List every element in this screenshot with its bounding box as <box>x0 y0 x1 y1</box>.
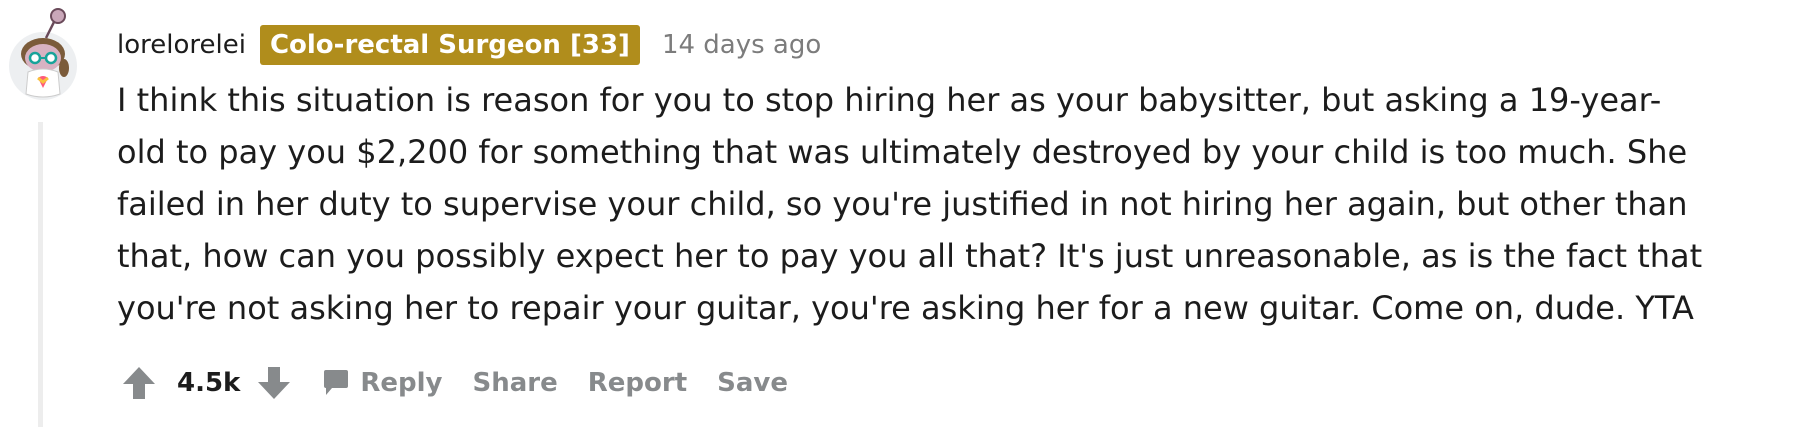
comment-body-line: I think this situation is reason for you… <box>117 81 1662 119</box>
comment-timestamp[interactable]: 14 days ago <box>662 30 821 60</box>
comment-meta: lorelorelei Colo-rectal Surgeon [33] 14 … <box>117 23 821 67</box>
vote-score: 4.5k <box>177 368 241 398</box>
user-avatar[interactable] <box>6 6 80 102</box>
reply-label: Reply <box>360 368 443 398</box>
comment: lorelorelei Colo-rectal Surgeon [33] 14 … <box>0 0 1810 427</box>
share-label: Share <box>472 368 558 398</box>
report-button[interactable]: Report <box>588 368 687 398</box>
comment-actions: 4.5k Reply Share Report Save <box>117 356 818 410</box>
share-button[interactable]: Share <box>473 368 558 398</box>
report-label: Report <box>587 368 688 398</box>
comment-body-line: old to pay you $2,200 for something that… <box>117 133 1688 171</box>
comment-body-line: you're not asking her to repair your gui… <box>117 289 1694 327</box>
comment-body-line: failed in her duty to supervise your chi… <box>117 185 1688 223</box>
comment-body-line: that, how can you possibly expect her to… <box>117 237 1703 275</box>
save-button[interactable]: Save <box>717 368 788 398</box>
arrow-down-icon <box>258 367 291 399</box>
user-flair: Colo-rectal Surgeon [33] <box>259 25 640 65</box>
reply-button[interactable]: Reply <box>322 368 443 398</box>
speech-bubble-icon <box>324 370 349 395</box>
snoo-avatar-icon <box>9 8 77 100</box>
comment-author[interactable]: lorelorelei <box>117 30 246 60</box>
upvote-button[interactable] <box>117 361 161 405</box>
save-label: Save <box>717 368 788 398</box>
thread-line[interactable] <box>38 122 43 427</box>
arrow-up-icon <box>123 367 155 399</box>
comment-body: I think this situation is reason for you… <box>117 74 1807 334</box>
downvote-button[interactable] <box>252 361 296 405</box>
